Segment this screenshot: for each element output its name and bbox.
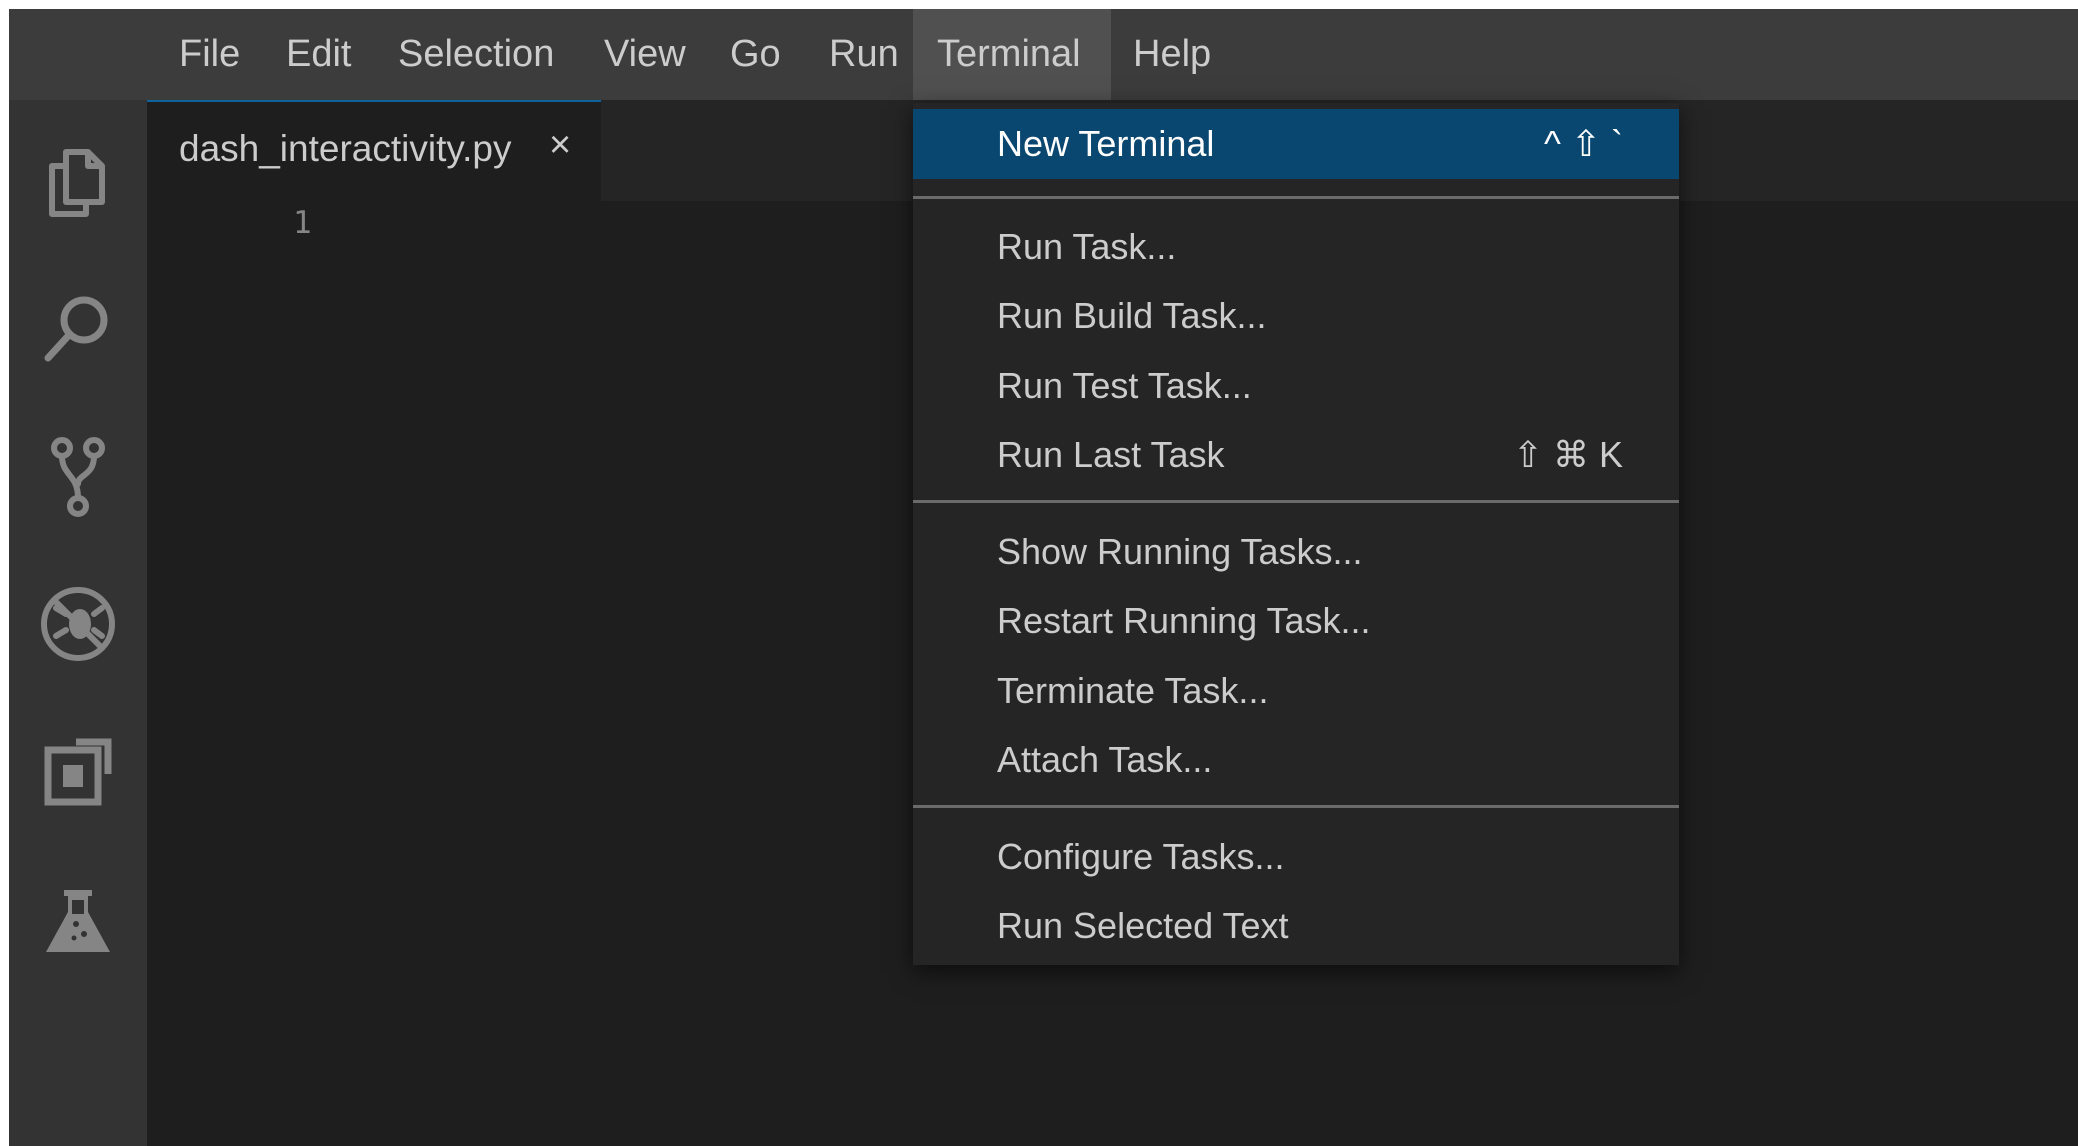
menu-item-run-build-task[interactable]: Run Build Task... [913,281,1679,351]
menu-item-label: Run Build Task... [997,295,1267,336]
menubar: File Edit Selection View Go Run Terminal… [9,9,2078,100]
menu-separator [913,500,1679,503]
menu-item-label: Terminate Task... [997,670,1269,711]
menu-item-label: Run Selected Text [997,905,1289,946]
menu-item-label: Show Running Tasks... [997,531,1363,572]
menu-item-run-task[interactable]: Run Task... [913,212,1679,282]
menu-selection[interactable]: Selection [374,9,578,100]
menu-help[interactable]: Help [1109,9,1235,100]
menu-view[interactable]: View [580,9,710,100]
menu-item-run-selected-text[interactable]: Run Selected Text [913,891,1679,961]
menu-item-run-test-task[interactable]: Run Test Task... [913,351,1679,421]
menu-item-label: Run Test Task... [997,365,1252,406]
menu-item-shortcut: ^ ⇧ ` [1543,123,1623,164]
run-debug-icon[interactable] [36,582,120,666]
menu-separator [913,805,1679,808]
menu-item-new-terminal[interactable]: New Terminal ^ ⇧ ` [913,109,1679,179]
vscode-window: File Edit Selection View Go Run Terminal… [9,9,2078,1146]
menu-item-run-last-task[interactable]: Run Last Task ⇧ ⌘ K [913,420,1679,490]
menu-item-label: Run Task... [997,226,1177,267]
menu-item-label: New Terminal [997,123,1215,164]
menu-separator [913,196,1679,199]
activity-bar [9,100,147,1146]
tab-filename: dash_interactivity.py [179,128,512,169]
menu-terminal[interactable]: Terminal [913,9,1111,100]
menu-item-label: Run Last Task [997,434,1225,475]
menu-item-attach-task[interactable]: Attach Task... [913,725,1679,795]
close-icon[interactable]: × [549,124,571,167]
menu-item-shortcut: ⇧ ⌘ K [1512,434,1623,475]
menu-file[interactable]: File [155,9,264,100]
menu-item-configure-tasks[interactable]: Configure Tasks... [913,822,1679,892]
menu-item-label: Restart Running Task... [997,600,1371,641]
terminal-menu: New Terminal ^ ⇧ ` Run Task... Run Build… [913,103,1679,965]
editor-tab[interactable]: dash_interactivity.py × [147,100,601,201]
menu-go[interactable]: Go [706,9,805,100]
menu-run[interactable]: Run [805,9,923,100]
line-number: 1 [293,205,312,241]
screenshot-frame: File Edit Selection View Go Run Terminal… [0,0,2078,1146]
menu-item-label: Attach Task... [997,739,1213,780]
menu-item-terminate-task[interactable]: Terminate Task... [913,656,1679,726]
source-control-icon[interactable] [36,434,120,518]
search-icon[interactable] [36,286,120,370]
explorer-icon[interactable] [36,140,120,224]
menu-item-show-running-tasks[interactable]: Show Running Tasks... [913,517,1679,587]
testing-icon[interactable] [36,876,120,960]
menu-edit[interactable]: Edit [262,9,375,100]
menu-item-restart-running-task[interactable]: Restart Running Task... [913,586,1679,656]
extensions-icon[interactable] [36,730,120,814]
menu-item-label: Configure Tasks... [997,836,1285,877]
